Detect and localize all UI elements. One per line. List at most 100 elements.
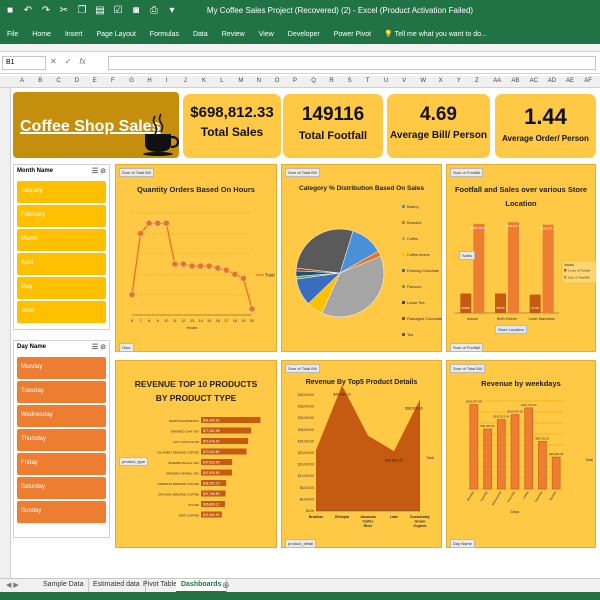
function-icon[interactable]: fx (79, 57, 85, 66)
column-header[interactable]: AE (566, 78, 574, 84)
save-icon[interactable]: ■ (4, 5, 16, 16)
cancel-icon[interactable]: ✕ (50, 57, 57, 66)
data-point[interactable] (136, 229, 145, 238)
column-header[interactable]: G (129, 78, 134, 84)
ribbon-tab-home[interactable]: Home (25, 31, 58, 38)
ribbon-tab-developer[interactable]: Developer (281, 31, 327, 38)
multi-select-icon[interactable]: ☰ (92, 344, 98, 351)
sheet-tab-dashboards[interactable]: Dashboards (176, 579, 228, 593)
camera-icon[interactable]: ◙ (130, 5, 142, 16)
slicer-item-june[interactable]: June (17, 301, 106, 323)
slicer-item-tuesday[interactable]: Tuesday (17, 381, 106, 403)
slicer-item-friday[interactable]: Friday (17, 453, 106, 475)
name-box[interactable]: B1 (2, 56, 46, 70)
chart-store-location[interactable]: Sum of Footfall Footfall and Sales over … (446, 164, 597, 352)
data-point[interactable] (171, 260, 179, 268)
data-point[interactable] (188, 262, 196, 270)
data-point[interactable] (214, 264, 222, 272)
column-header[interactable]: C (56, 78, 60, 84)
column-header[interactable]: AB (511, 78, 519, 84)
data-point[interactable] (128, 291, 136, 299)
data-point[interactable] (205, 262, 213, 270)
slicer-item-february[interactable]: February (17, 205, 106, 227)
chart-top10-products[interactable]: REVENUE TOP 10 PRODUCTS BY PRODUCT TYPE … (115, 360, 277, 548)
prev-sheet-icon[interactable]: ◀ (6, 582, 11, 589)
column-header[interactable]: W (420, 78, 426, 84)
data-point[interactable] (248, 305, 256, 313)
slicer-item-monday[interactable]: Monday (17, 357, 106, 379)
slicer-item-march[interactable]: March (17, 229, 106, 251)
chart-top5-details[interactable]: Sum of Total Bill Revenue By Top5 Produc… (281, 360, 442, 548)
column-header[interactable]: U (384, 78, 388, 84)
column-header[interactable]: P (293, 78, 297, 84)
print-icon[interactable]: ⎙ (148, 5, 160, 16)
slicer-item-april[interactable]: April (17, 253, 106, 275)
checkbox-icon[interactable]: ☑ (112, 5, 124, 16)
column-header[interactable]: S (348, 78, 352, 84)
column-header[interactable]: AC (530, 78, 538, 84)
cut-icon[interactable]: ✂ (58, 5, 70, 16)
column-header[interactable]: N (257, 78, 261, 84)
ribbon-tab-formulas[interactable]: Formulas (143, 31, 186, 38)
clear-filter-icon[interactable]: ⊘ (100, 168, 106, 175)
data-point[interactable] (239, 274, 248, 282)
column-header[interactable]: I (166, 78, 168, 84)
column-header[interactable]: A (20, 78, 24, 84)
next-sheet-icon[interactable]: ▶ (13, 582, 18, 589)
bar[interactable] (483, 428, 492, 490)
column-header[interactable]: M (238, 78, 243, 84)
tell-me-box[interactable]: 💡 Tell me what you want to do... (378, 30, 487, 38)
slicer-item-january[interactable]: January (17, 181, 106, 203)
chart-hourly-orders[interactable]: Sum of Total Bill Quantity Orders Based … (115, 164, 277, 352)
bar-footfall[interactable] (495, 293, 506, 313)
column-header[interactable]: AF (584, 78, 592, 84)
column-header[interactable]: L (220, 78, 223, 84)
column-header[interactable]: R (329, 78, 333, 84)
redo-icon[interactable]: ↷ (40, 5, 52, 16)
chart-category-distribution[interactable]: Sum of Total Bill Category % Distributio… (281, 164, 442, 352)
bar[interactable] (496, 419, 506, 490)
data-point[interactable] (145, 219, 153, 227)
axis-field-button[interactable]: Hour (119, 343, 134, 352)
slicer-field-button[interactable]: Sales (459, 251, 476, 260)
slicer-item-may[interactable]: May (17, 277, 106, 299)
customize-qat-icon[interactable]: ▾ (166, 5, 178, 16)
bar[interactable] (469, 404, 479, 490)
column-header[interactable]: B (38, 78, 42, 84)
column-header[interactable]: X (439, 78, 443, 84)
axis-field-button[interactable]: Store Location (495, 325, 527, 334)
data-point[interactable] (196, 262, 205, 270)
column-header[interactable]: O (275, 78, 280, 84)
ribbon-tab-file[interactable]: File (0, 31, 25, 38)
bar-footfall[interactable] (529, 294, 541, 313)
bar-sales[interactable] (542, 224, 554, 313)
paste-icon[interactable]: ▤ (94, 5, 106, 16)
ribbon-tab-insert[interactable]: Insert (58, 31, 90, 38)
data-point[interactable] (222, 266, 230, 274)
ribbon-tab-power-pivot[interactable]: Power Pivot (327, 31, 378, 38)
column-header[interactable]: J (184, 78, 187, 84)
column-header[interactable]: Y (457, 78, 461, 84)
column-header[interactable]: D (75, 78, 79, 84)
ribbon-tab-review[interactable]: Review (215, 31, 252, 38)
column-header[interactable]: F (111, 78, 115, 84)
confirm-icon[interactable]: ✓ (65, 57, 72, 66)
sheet-tab-sample-data[interactable]: Sample Data (38, 579, 90, 593)
multi-select-icon[interactable]: ☰ (92, 168, 98, 175)
chart-weekday-revenue[interactable]: Sum of Total Bill Revenue by weekdays $1… (446, 360, 596, 548)
column-header[interactable]: V (402, 78, 406, 84)
slicer-item-thursday[interactable]: Thursday (17, 429, 106, 451)
add-sheet-icon[interactable]: ⊕ (222, 580, 230, 591)
bar-sales[interactable] (473, 223, 485, 313)
slicer-item-saturday[interactable]: Saturday (17, 477, 106, 499)
bar[interactable] (551, 456, 561, 490)
data-point[interactable] (231, 270, 239, 278)
column-header[interactable]: K (202, 78, 206, 84)
slicer-item-sunday[interactable]: Sunday (17, 501, 106, 523)
copy-icon[interactable]: ❐ (76, 5, 88, 16)
column-header[interactable]: AA (493, 78, 501, 84)
axis-field-button-2[interactable]: Sum of Footfall (450, 343, 483, 352)
bar[interactable] (524, 407, 534, 490)
bar[interactable] (538, 441, 547, 490)
column-header[interactable]: H (147, 78, 151, 84)
